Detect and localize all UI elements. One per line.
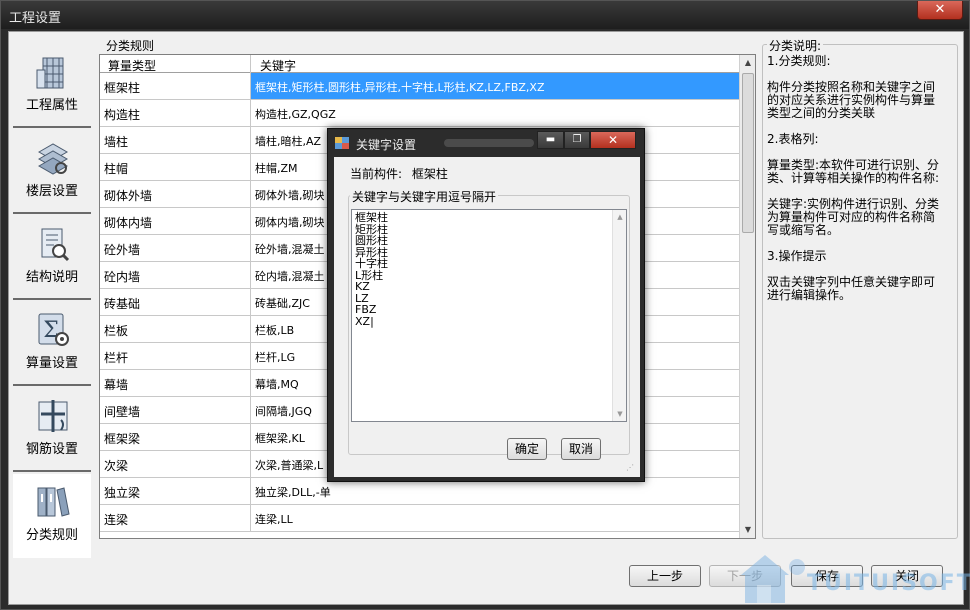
header-type[interactable]: 算量类型	[108, 57, 156, 74]
nav-label: 工程属性	[25, 98, 78, 113]
dialog-close-button[interactable]: ✕	[590, 131, 636, 149]
dialog-title: 关键字设置	[356, 138, 417, 152]
main-window: 工程设置 ✕ 工程属性 楼层设置 结构说明 Σ 算量设置 钢筋设置 分类规则 算…	[0, 0, 970, 610]
nav-item-quantity-settings[interactable]: Σ 算量设置	[13, 302, 91, 386]
description-paragraph: 3.操作提示	[767, 249, 827, 263]
cell-type[interactable]: 栏板	[104, 322, 128, 339]
cell-type[interactable]: 框架柱	[104, 79, 140, 96]
cell-type[interactable]: 柱帽	[104, 160, 128, 177]
dialog-title-bar[interactable]: 关键字设置 ▬ ❐ ✕	[328, 129, 644, 157]
cell-type[interactable]: 砌体外墙	[104, 187, 152, 204]
floor-layers-icon	[37, 143, 69, 175]
nav-label: 楼层设置	[25, 184, 78, 199]
dialog-title-blurred	[444, 139, 534, 147]
cell-type[interactable]: 墙柱	[104, 133, 128, 150]
description-group-label: 分类说明:	[767, 37, 824, 54]
cell-type[interactable]: 幕墙	[104, 376, 128, 393]
description-text: 1.分类规则: 构件分类按照名称和关键字之间的对应关系进行实例构件与算量类型之间的…	[767, 55, 943, 315]
nav-label: 结构说明	[25, 270, 78, 285]
left-nav: 工程属性 楼层设置 结构说明 Σ 算量设置 钢筋设置 分类规则	[13, 44, 93, 558]
current-component-label: 当前构件:	[350, 167, 403, 181]
dialog-body: 当前构件: 框架柱 关键字与关键字用逗号隔开 框架柱 矩形柱 圆形柱 异形柱 十…	[334, 157, 640, 477]
nav-label: 钢筋设置	[25, 442, 78, 457]
nav-item-classification-rules[interactable]: 分类规则	[13, 474, 91, 558]
table-row[interactable]: 构造柱 构造柱,GZ,QGZ	[100, 100, 740, 127]
description-panel: 1.分类规则: 构件分类按照名称和关键字之间的对应关系进行实例构件与算量类型之间的…	[762, 44, 958, 539]
cell-type[interactable]: 独立梁	[104, 484, 140, 501]
table-row[interactable]: 连梁 连梁,LL	[100, 505, 740, 532]
keywords-textarea[interactable]: 框架柱 矩形柱 圆形柱 异形柱 十字柱 L形柱 KZ LZ FBZ XZ| ▲ …	[351, 209, 627, 422]
keyword-group-label: 关键字与关键字用逗号隔开	[350, 188, 499, 205]
cell-type[interactable]: 构造柱	[104, 106, 140, 123]
keyword-settings-dialog: 关键字设置 ▬ ❐ ✕ 当前构件: 框架柱 关键字与关键字用逗号隔开 框架柱 矩…	[327, 128, 645, 482]
current-component-value: 框架柱	[411, 167, 448, 181]
grid-header: 算量类型 关键字	[100, 55, 740, 73]
textarea-scroll-up-icon[interactable]: ▲	[613, 210, 627, 224]
cell-type[interactable]: 砖基础	[104, 295, 140, 312]
scroll-down-icon[interactable]: ▼	[740, 522, 755, 538]
cell-type[interactable]: 次梁	[104, 457, 128, 474]
cell-type[interactable]: 栏杆	[104, 349, 128, 366]
building-icon	[36, 57, 64, 89]
header-keywords[interactable]: 关键字	[260, 57, 296, 74]
save-button[interactable]: 保存	[791, 565, 863, 587]
scroll-up-icon[interactable]: ▲	[740, 55, 755, 71]
table-row[interactable]: 独立梁 独立梁,DLL,-单	[100, 478, 740, 505]
scroll-thumb[interactable]	[742, 73, 754, 233]
header-divider	[250, 55, 251, 73]
app-window-icon	[335, 137, 349, 149]
resize-grip-icon[interactable]: ⋰	[626, 463, 636, 473]
description-paragraph: 构件分类按照名称和关键字之间的对应关系进行实例构件与算量类型之间的分类关联	[767, 80, 936, 120]
cell-keywords[interactable]: 构造柱,GZ,QGZ	[250, 100, 740, 126]
document-search-icon	[41, 228, 70, 262]
description-paragraph: 关键字:实例构件进行识别、分类为算量构件可对应的构件名称简写或缩写名。	[767, 197, 940, 237]
dialog-minimize-button[interactable]: ▬	[537, 131, 564, 149]
cell-type[interactable]: 连梁	[104, 511, 128, 528]
cell-type[interactable]: 框架梁	[104, 430, 140, 447]
window-close-button[interactable]: ✕	[917, 1, 963, 20]
prev-button[interactable]: 上一步	[629, 565, 701, 587]
description-paragraph: 2.表格列:	[767, 132, 819, 146]
table-row[interactable]: 框架柱 框架柱,矩形柱,圆形柱,异形柱,十字柱,L形柱,KZ,LZ,FBZ,XZ	[100, 73, 740, 100]
close-button[interactable]: 关闭	[871, 565, 943, 587]
cell-type[interactable]: 砌体内墙	[104, 214, 152, 231]
nav-label: 分类规则	[25, 528, 78, 543]
sigma-gear-icon: Σ	[38, 313, 69, 346]
current-component: 当前构件: 框架柱	[350, 165, 448, 182]
next-button[interactable]: 下一步	[709, 565, 781, 587]
ok-button[interactable]: 确定	[507, 438, 547, 460]
binders-icon	[37, 487, 70, 517]
description-paragraph: 双击关键字列中任意关键字即可进行编辑操作。	[767, 275, 936, 302]
nav-item-rebar-settings[interactable]: 钢筋设置	[13, 388, 91, 472]
keywords-text[interactable]: 框架柱 矩形柱 圆形柱 异形柱 十字柱 L形柱 KZ LZ FBZ XZ|	[355, 212, 388, 327]
nav-item-floor-settings[interactable]: 楼层设置	[13, 130, 91, 214]
nav-label: 算量设置	[25, 356, 78, 371]
cancel-button[interactable]: 取消	[561, 438, 601, 460]
title-bar[interactable]: 工程设置 ✕	[1, 1, 969, 29]
nav-item-structure-notes[interactable]: 结构说明	[13, 216, 91, 300]
window-title: 工程设置	[9, 11, 62, 26]
nav-item-project-properties[interactable]: 工程属性	[13, 44, 91, 128]
grid-scrollbar[interactable]: ▲ ▼	[739, 55, 755, 538]
cell-keywords[interactable]: 连梁,LL	[250, 505, 740, 531]
textarea-scroll-down-icon[interactable]: ▼	[613, 407, 627, 421]
cell-type[interactable]: 砼外墙	[104, 241, 140, 258]
description-paragraph: 1.分类规则:	[767, 54, 831, 68]
cell-type[interactable]: 砼内墙	[104, 268, 140, 285]
rules-group-label: 分类规则	[104, 37, 157, 54]
dialog-maximize-button[interactable]: ❐	[564, 131, 590, 149]
cell-keywords[interactable]: 框架柱,矩形柱,圆形柱,异形柱,十字柱,L形柱,KZ,LZ,FBZ,XZ	[250, 73, 740, 99]
textarea-scrollbar[interactable]: ▲ ▼	[612, 210, 626, 421]
description-paragraph: 算量类型:本软件可进行识别、分类、计算等相关操作的构件名称:	[767, 158, 940, 185]
cell-type[interactable]: 间壁墙	[104, 403, 140, 420]
rebar-icon	[38, 400, 68, 432]
